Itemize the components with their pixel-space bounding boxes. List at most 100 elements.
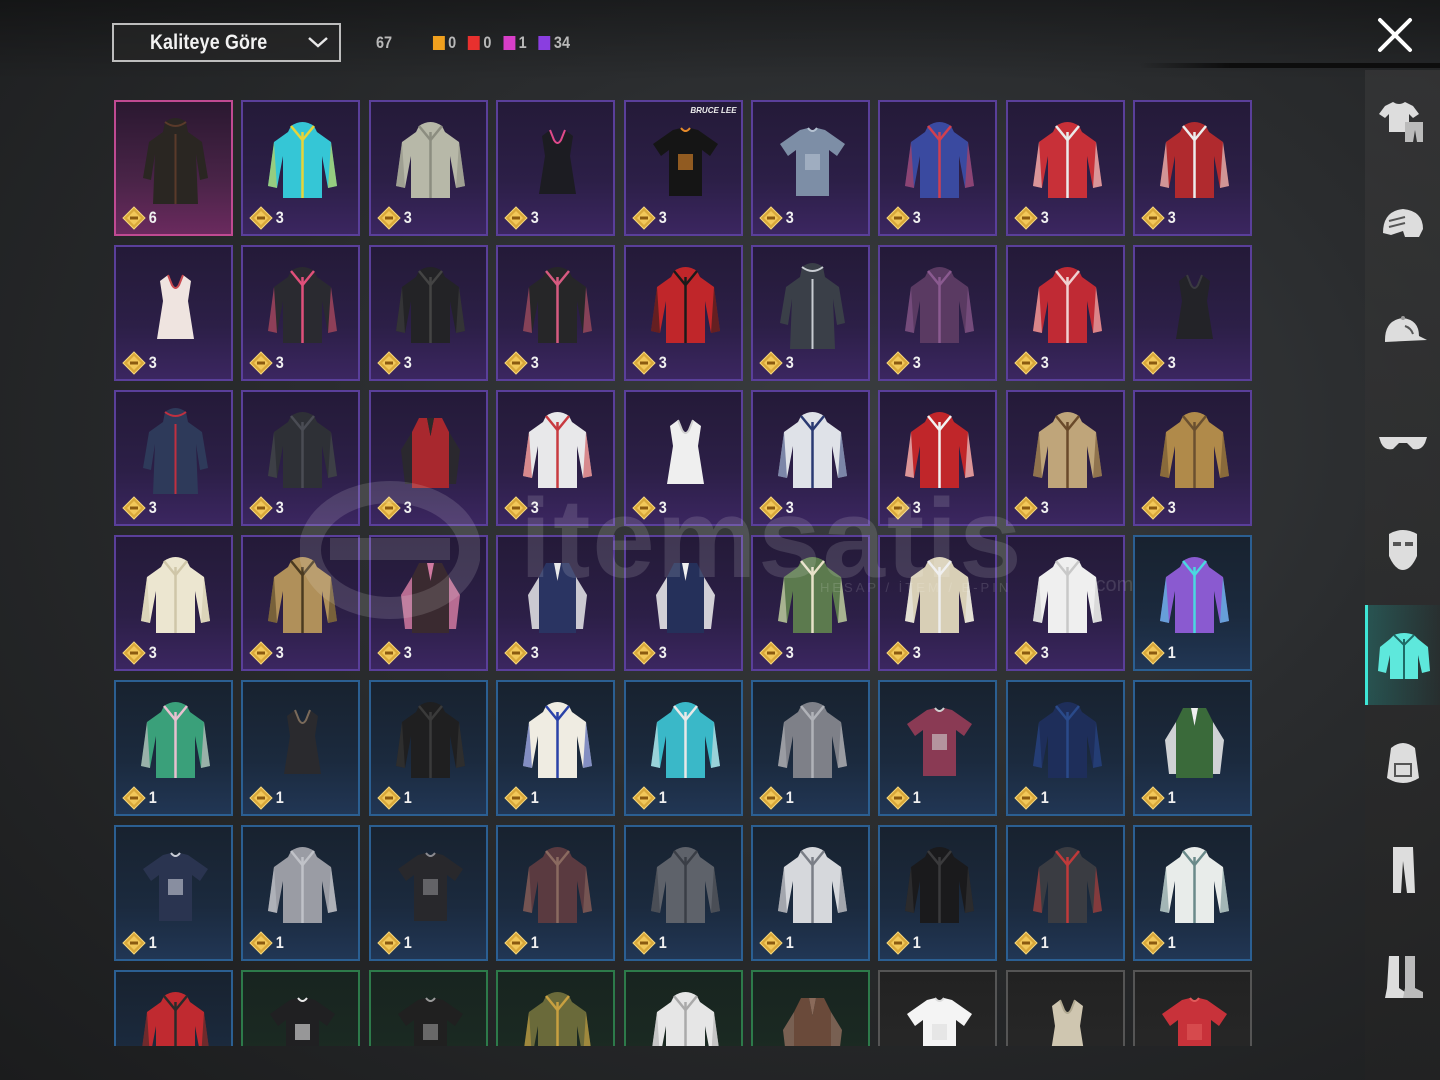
garment-icon: [905, 122, 975, 198]
inventory-item[interactable]: 3: [496, 390, 616, 526]
item-quantity: 1: [1141, 931, 1176, 955]
bp-coin-icon: [249, 496, 274, 520]
garment-icon: [1032, 267, 1102, 343]
inventory-item[interactable]: 3: [241, 390, 361, 526]
garment-icon: [400, 418, 460, 488]
inventory-item[interactable]: 3: [623, 535, 743, 671]
inventory-item[interactable]: 1: [878, 680, 998, 816]
count-pink: 1: [503, 33, 527, 53]
close-icon[interactable]: [1376, 16, 1414, 54]
inventory-item[interactable]: 3: [114, 390, 233, 526]
inventory-item[interactable]: 1: [623, 825, 743, 961]
inventory-item[interactable]: 3: [878, 390, 998, 526]
inventory-item[interactable]: 3: [751, 100, 870, 236]
inventory-item[interactable]: 3: [241, 245, 361, 381]
inventory-item[interactable]: 1: [623, 680, 743, 816]
item-quantity: 3: [377, 496, 412, 520]
inventory-item[interactable]: 1: [368, 680, 488, 816]
inventory-item[interactable]: 1: [1133, 825, 1253, 961]
inventory-item[interactable]: [1133, 970, 1253, 1046]
sidebar-item-cap[interactable]: [1365, 284, 1440, 384]
bp-coin-icon: [886, 786, 911, 810]
inventory-item[interactable]: 3: [751, 245, 870, 381]
inventory-item[interactable]: 3: [751, 535, 870, 671]
item-quantity: 3: [886, 641, 921, 665]
garment-icon: [143, 408, 208, 494]
inventory-item[interactable]: 3: [114, 535, 233, 671]
item-quantity-value: 3: [148, 643, 157, 662]
inventory-item[interactable]: 3: [368, 245, 488, 381]
inventory-item[interactable]: 1: [751, 825, 870, 961]
inventory-item[interactable]: 1: [1133, 680, 1253, 816]
inventory-item[interactable]: 3: [496, 100, 616, 236]
inventory-item[interactable]: 1: [368, 825, 488, 961]
inventory-item[interactable]: 3: [1005, 245, 1125, 381]
item-quantity: 3: [759, 351, 794, 375]
inventory-item[interactable]: 3: [241, 100, 361, 236]
inventory-item[interactable]: [496, 970, 616, 1046]
item-quantity-value: 3: [1040, 643, 1049, 662]
sidebar-item-pants[interactable]: [1365, 819, 1440, 919]
sidebar-item-outfit-set[interactable]: [1365, 70, 1440, 170]
inventory-item[interactable]: 3: [1005, 100, 1125, 236]
item-quantity-value: 3: [276, 353, 285, 372]
inventory-item[interactable]: 3: [241, 535, 361, 671]
inventory-item[interactable]: 3: [1005, 535, 1125, 671]
sidebar-item-glasses[interactable]: [1365, 391, 1440, 491]
inventory-item[interactable]: 1: [751, 680, 870, 816]
sidebar-item-backpack[interactable]: [1365, 712, 1440, 812]
inventory-item[interactable]: 3: [751, 390, 870, 526]
sort-dropdown[interactable]: Kaliteye Göre: [112, 23, 341, 62]
inventory-item[interactable]: 3: [368, 535, 488, 671]
inventory-item[interactable]: 6: [114, 100, 233, 236]
count-orange: 0: [432, 33, 456, 53]
garment-icon: [905, 847, 975, 923]
sidebar-item-mask[interactable]: [1365, 498, 1440, 598]
inventory-item[interactable]: [623, 970, 743, 1046]
inventory-item[interactable]: 3: [496, 245, 616, 381]
item-quantity: 1: [249, 786, 284, 810]
inventory-item[interactable]: [878, 970, 998, 1046]
total-count: 67: [376, 33, 393, 52]
inventory-item[interactable]: [368, 970, 488, 1046]
inventory-item[interactable]: 3: [878, 100, 998, 236]
inventory-item[interactable]: 3: [878, 245, 998, 381]
bp-coin-icon: [249, 786, 274, 810]
inventory-item[interactable]: 3: [114, 245, 233, 381]
item-quantity-value: 1: [913, 788, 922, 807]
inventory-item[interactable]: 1: [496, 680, 616, 816]
sidebar-item-boots[interactable]: [1365, 926, 1440, 1026]
sidebar-item-helmet[interactable]: [1365, 177, 1440, 277]
inventory-item[interactable]: 1: [1005, 825, 1125, 961]
inventory-item[interactable]: 1: [1005, 680, 1125, 816]
inventory-item[interactable]: 3: [368, 390, 488, 526]
inventory-item[interactable]: 3: [368, 100, 488, 236]
inventory-item[interactable]: 3: [623, 390, 743, 526]
inventory-item[interactable]: 3: [878, 535, 998, 671]
garment-icon: [141, 557, 210, 633]
inventory-item[interactable]: BRUCE LEE 3: [623, 100, 743, 236]
inventory-item[interactable]: [1005, 970, 1125, 1046]
inventory-item[interactable]: 3: [623, 245, 743, 381]
sidebar-item-shirt[interactable]: [1365, 605, 1440, 705]
inventory-item[interactable]: 3: [1005, 390, 1125, 526]
inventory-item[interactable]: 1: [241, 680, 361, 816]
inventory-item[interactable]: 1: [114, 680, 233, 816]
inventory-item[interactable]: [114, 970, 233, 1046]
inventory-item[interactable]: 1: [878, 825, 998, 961]
item-quantity-value: 3: [785, 498, 794, 517]
inventory-item[interactable]: 1: [114, 825, 233, 961]
inventory-item[interactable]: 3: [496, 535, 616, 671]
inventory-item[interactable]: 3: [1133, 100, 1253, 236]
garment-icon: [1176, 274, 1214, 339]
inventory-item[interactable]: 3: [1133, 390, 1253, 526]
inventory-item[interactable]: [241, 970, 361, 1046]
inventory-item[interactable]: [751, 970, 870, 1046]
inventory-item[interactable]: 1: [241, 825, 361, 961]
garment-icon: [523, 412, 593, 488]
inventory-item[interactable]: 1: [1133, 535, 1253, 671]
item-quantity-value: 3: [913, 643, 922, 662]
inventory-item[interactable]: 3: [1133, 245, 1253, 381]
inventory-item[interactable]: 1: [496, 825, 616, 961]
garment-icon: [157, 274, 194, 339]
